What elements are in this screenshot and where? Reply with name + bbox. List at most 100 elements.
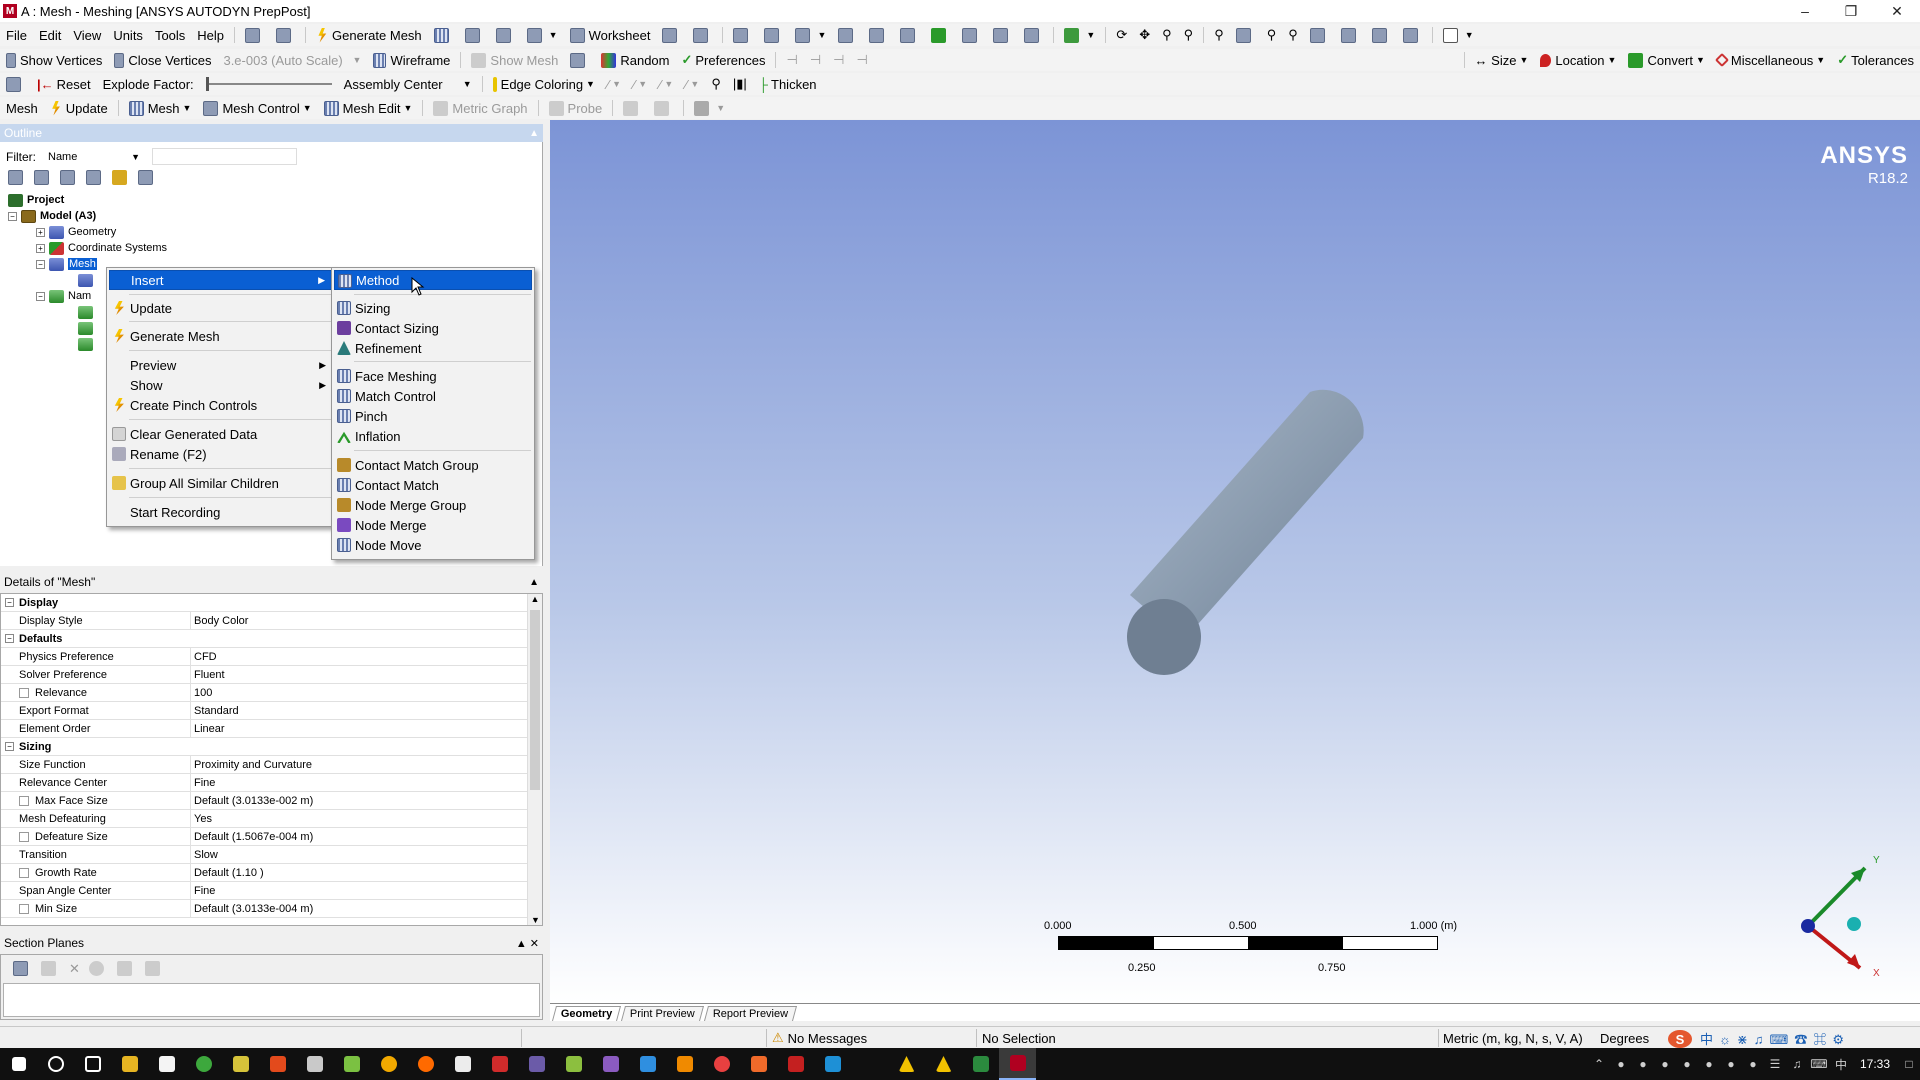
details-value[interactable]: Default (1.10 ) <box>191 867 264 879</box>
menu-item-preview[interactable]: Preview ▶ <box>109 355 332 375</box>
edge-tool[interactable]: ∕ ▼ <box>653 73 679 95</box>
tray-icon[interactable]: ● <box>1654 1048 1676 1080</box>
submenu-item-match-control[interactable]: Match Control <box>334 386 532 406</box>
filter-input[interactable] <box>152 148 297 165</box>
pan-icon[interactable]: ✥ <box>1133 24 1156 46</box>
edge-tool[interactable]: ∕ ▼ <box>679 73 705 95</box>
tool-button[interactable] <box>239 24 270 46</box>
parameter-checkbox[interactable] <box>19 903 29 914</box>
wireframe-button[interactable]: Wireframe <box>367 49 456 71</box>
submenu-item-contact-sizing[interactable]: Contact Sizing <box>334 318 532 338</box>
menu-help[interactable]: Help <box>191 24 230 46</box>
close-button[interactable]: ✕ <box>1874 0 1920 22</box>
tool-button[interactable] <box>1230 24 1261 46</box>
ime-icon[interactable]: 中 <box>1830 1048 1852 1080</box>
units-status[interactable]: Metric (m, kg, N, s, V, A) <box>1443 1030 1583 1046</box>
folder-icon[interactable] <box>112 170 127 185</box>
details-row[interactable]: Relevance Center Fine <box>1 774 527 792</box>
tool-button[interactable] <box>617 97 648 119</box>
plane-tool-icon[interactable] <box>88 961 104 976</box>
taskbar-app-icon[interactable] <box>370 1048 407 1080</box>
keyboard-icon[interactable]: ⌨ <box>1808 1048 1830 1080</box>
menu-tools[interactable]: Tools <box>149 24 191 46</box>
update-button[interactable]: Update <box>44 97 114 119</box>
collapse-icon[interactable]: − <box>5 634 14 643</box>
taskbar-app-icon[interactable] <box>222 1048 259 1080</box>
parameter-checkbox[interactable] <box>19 687 29 698</box>
reset-button[interactable]: |← Reset <box>31 73 97 95</box>
tray-icon[interactable]: ● <box>1676 1048 1698 1080</box>
taskbar-app-icon[interactable] <box>703 1048 740 1080</box>
tool-button[interactable]: ⊣ <box>780 49 803 71</box>
details-row[interactable]: Export Format Standard <box>1 702 527 720</box>
restore-button[interactable]: ❐ <box>1828 0 1874 22</box>
tool-button[interactable] <box>0 73 31 95</box>
details-row[interactable]: Physics Preference CFD <box>1 648 527 666</box>
pin-icon[interactable]: ▲ <box>529 128 539 139</box>
tool-button[interactable] <box>1304 24 1335 46</box>
taskbar-app-icon[interactable] <box>629 1048 666 1080</box>
filter-select[interactable]: Name ▼ <box>44 148 144 165</box>
generate-mesh-button[interactable]: Generate Mesh <box>310 24 428 46</box>
tool-button[interactable] <box>428 24 459 46</box>
submenu-item-refinement[interactable]: Refinement <box>334 338 532 358</box>
zoom-fit-icon[interactable]: ⚲ <box>1208 24 1230 46</box>
details-row[interactable]: Mesh Defeaturing Yes <box>1 810 527 828</box>
details-value[interactable]: Proximity and Curvature <box>191 759 312 771</box>
scroll-thumb[interactable] <box>530 610 540 790</box>
taskbar-app-icon[interactable] <box>185 1048 222 1080</box>
details-value[interactable]: Fine <box>191 885 215 897</box>
tool-button[interactable] <box>270 24 301 46</box>
tree-named-child[interactable] <box>78 320 97 336</box>
tool-button[interactable]: ⊣ <box>804 49 827 71</box>
tree-named-selections[interactable]: − Nam <box>36 288 91 304</box>
tolerances-button[interactable]: ✓ Tolerances <box>1831 49 1920 71</box>
tree-mesh[interactable]: − Mesh <box>36 256 97 272</box>
details-row[interactable]: Growth Rate Default (1.10 ) <box>1 864 527 882</box>
mesh-control-dropdown[interactable]: Mesh Control ▼ <box>197 97 317 119</box>
submenu-item-node-move[interactable]: Node Move <box>334 535 532 555</box>
scroll-down-icon[interactable]: ▼ <box>528 915 542 925</box>
taskbar-app-icon[interactable] <box>333 1048 370 1080</box>
details-row[interactable]: Min Size Default (3.0133e-004 m) <box>1 900 527 918</box>
zoom-box-icon[interactable]: ⚲ <box>1178 24 1200 46</box>
details-row[interactable]: Element Order Linear <box>1 720 527 738</box>
tree-mesh-child[interactable] <box>78 272 97 288</box>
axis-triad[interactable]: Y X <box>1785 833 1895 983</box>
worksheet-button[interactable]: Worksheet <box>564 24 657 46</box>
zoom-in-icon[interactable]: ⚲ <box>1261 24 1283 46</box>
tray-chevron-icon[interactable]: ⌃ <box>1588 1048 1610 1080</box>
delete-icon[interactable]: ✕ <box>69 961 80 977</box>
details-value[interactable]: Fine <box>191 777 215 789</box>
submenu-item-pinch[interactable]: Pinch <box>334 406 532 426</box>
details-value[interactable]: Fluent <box>191 669 225 681</box>
details-value[interactable]: Body Color <box>191 615 248 627</box>
taskbar-app-icon[interactable] <box>259 1048 296 1080</box>
details-value[interactable]: Yes <box>191 813 212 825</box>
tree-geometry[interactable]: + Geometry <box>36 224 116 240</box>
tool-button[interactable]: ▼ <box>1058 24 1101 46</box>
parameter-checkbox[interactable] <box>19 867 29 878</box>
close-icon[interactable]: ▲ ✕ <box>516 937 539 950</box>
tree-tool-icon[interactable] <box>60 170 75 185</box>
zoom-icon[interactable]: ⚲ <box>1156 24 1178 46</box>
details-row[interactable]: Span Angle Center Fine <box>1 882 527 900</box>
tree-model[interactable]: − Model (A3) <box>8 208 96 224</box>
tool-button[interactable] <box>687 24 718 46</box>
menu-edit[interactable]: Edit <box>33 24 67 46</box>
submenu-item-node-merge-group[interactable]: Node Merge Group <box>334 495 532 515</box>
taskbar-app-icon[interactable] <box>666 1048 703 1080</box>
pin-icon[interactable]: ⚲ <box>705 73 727 95</box>
angle-units-status[interactable]: Degrees <box>1600 1030 1649 1046</box>
tool-button[interactable] <box>656 24 687 46</box>
layout-button[interactable]: ▼ <box>1437 24 1480 46</box>
taskbar-app-icon[interactable] <box>962 1048 999 1080</box>
show-vertices-button[interactable]: Show Vertices <box>0 49 108 71</box>
details-value[interactable]: Default (3.0133e-004 m) <box>191 903 313 915</box>
tool-button[interactable] <box>832 24 863 46</box>
tab-print-preview[interactable]: Print Preview <box>621 1006 705 1021</box>
tool-button[interactable] <box>648 97 679 119</box>
volume-icon[interactable]: ♫ <box>1786 1048 1808 1080</box>
convert-dropdown[interactable]: Convert ▼ <box>1622 49 1710 71</box>
clock[interactable]: 17:33 <box>1852 1057 1898 1071</box>
